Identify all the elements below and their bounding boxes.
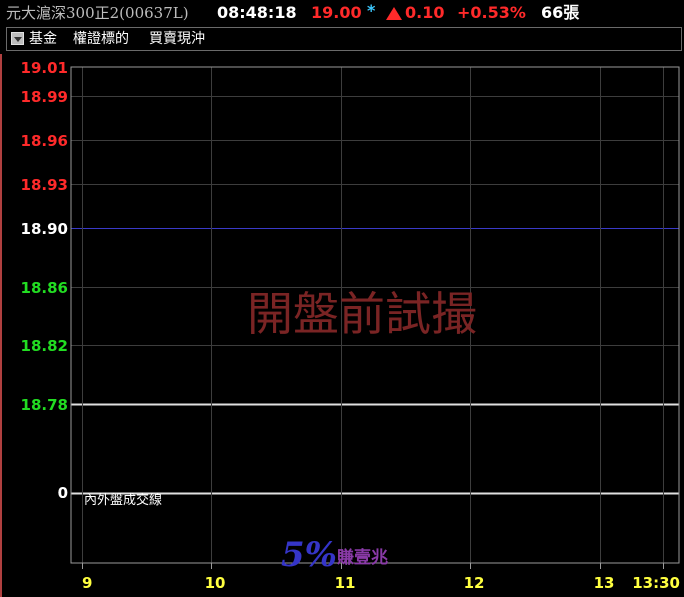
x-tick-label: 11 [334, 574, 356, 592]
y-tick-label: 18.78 [20, 395, 68, 414]
x-tick-label: 12 [463, 574, 485, 592]
y-tick-label: 18.99 [20, 87, 68, 106]
x-tick-label: 10 [204, 574, 226, 592]
y-tick-label: 18.96 [20, 131, 68, 150]
x-tick-label: 13:30 [632, 574, 680, 592]
x-tick-label: 13 [593, 574, 615, 592]
volume-zero-label: 0 [57, 484, 68, 502]
y-tick-label: 18.90 [20, 219, 68, 238]
y-tick-label: 18.93 [20, 175, 68, 194]
y-tick-label: 19.01 [20, 58, 68, 77]
pre-open-watermark: 開盤前試撮 [247, 287, 477, 341]
y-tick-label: 18.86 [20, 278, 68, 297]
logo-text: 賺壹兆 [337, 548, 388, 568]
volume-line-label: 內外盤成交線 [84, 493, 163, 508]
logo-number: 5% [281, 535, 337, 575]
x-tick-label: 9 [82, 574, 93, 592]
y-tick-label: 18.82 [20, 336, 68, 355]
